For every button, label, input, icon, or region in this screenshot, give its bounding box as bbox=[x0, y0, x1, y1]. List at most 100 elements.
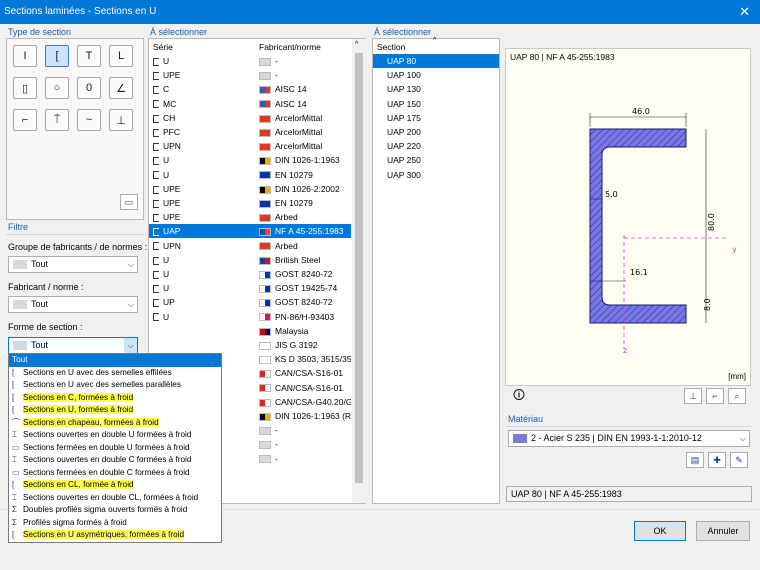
form-option[interactable]: [Sections en U avec des semelles parallè… bbox=[9, 379, 221, 392]
material-combo[interactable]: 2 - Acier S 235 | DIN EN 1993-1-1:2010-1… bbox=[508, 430, 750, 447]
series-scroll-thumb[interactable] bbox=[355, 53, 363, 483]
series-row[interactable]: C AISC 14 bbox=[149, 82, 351, 96]
material-new-icon[interactable]: ✚ bbox=[708, 452, 726, 468]
series-name: U bbox=[163, 283, 170, 294]
form-option[interactable]: ▭ Sections fermées en double U formées à … bbox=[9, 442, 221, 455]
series-row[interactable]: UAP NF A 45-255:1983 bbox=[149, 224, 351, 239]
section-row[interactable]: UAP 100 bbox=[373, 68, 499, 82]
rect-hollow-icon[interactable]: ▯ bbox=[13, 77, 37, 99]
maker-name: CAN/CSA-S16-01 bbox=[275, 382, 344, 393]
form-option[interactable]: ⌶ Sections ouvertes en double C formées à… bbox=[9, 454, 221, 467]
section-info-button[interactable]: ▭ bbox=[120, 194, 138, 210]
flag-icon bbox=[259, 128, 271, 137]
maker-name: EN 10279 bbox=[275, 198, 313, 208]
series-row[interactable]: UP GOST 8240-72 bbox=[149, 295, 351, 309]
material-edit-icon[interactable]: ✎ bbox=[730, 452, 748, 468]
l-section-icon[interactable]: L bbox=[109, 45, 133, 67]
crane-rail-icon[interactable]: ⊥ bbox=[109, 109, 133, 131]
series-row[interactable]: U EN 10279 bbox=[149, 168, 351, 182]
section-row[interactable]: UAP 150 bbox=[373, 97, 499, 111]
section-shape-icon: ▭ bbox=[12, 442, 20, 452]
maker-name: DIN 1026-1:1963 (R bbox=[275, 411, 351, 421]
chevron-up-icon[interactable]: ^ bbox=[355, 41, 358, 48]
i-section-icon[interactable]: I bbox=[13, 45, 37, 67]
series-row[interactable]: JIS G 3192 bbox=[149, 338, 351, 352]
series-row[interactable]: MC AISC 14 bbox=[149, 97, 351, 111]
window-title: Sections laminées - Sections en U bbox=[4, 6, 157, 17]
close-icon[interactable]: ✕ bbox=[739, 0, 750, 24]
form-option[interactable]: ▭ Sections fermées en double C formées à … bbox=[9, 467, 221, 480]
oval-hollow-icon[interactable]: 0 bbox=[77, 77, 101, 99]
maker-name: EN 10279 bbox=[275, 169, 313, 180]
series-row[interactable]: U GOST 8240-72 bbox=[149, 267, 351, 281]
series-row[interactable]: UPN ArcelorMittal bbox=[149, 139, 351, 153]
group-combo[interactable]: Tout ⌵ bbox=[8, 256, 138, 273]
t-section-icon[interactable]: T bbox=[77, 45, 101, 67]
section-row[interactable]: UAP 250 bbox=[373, 153, 499, 167]
form-option[interactable]: [Sections en C, formées à froid bbox=[9, 392, 221, 405]
series-row[interactable]: UPE - bbox=[149, 68, 351, 82]
form-option[interactable]: ⌶ Sections ouvertes en double U formées à… bbox=[9, 429, 221, 442]
section-row[interactable]: UAP 175 bbox=[373, 111, 499, 125]
series-row[interactable]: U- bbox=[149, 54, 351, 68]
maker-name: PN-86/H-93403 bbox=[275, 311, 335, 322]
series-name: UPN bbox=[163, 240, 181, 251]
series-row[interactable]: U PN-86/H-93403 bbox=[149, 310, 351, 324]
flag-icon bbox=[259, 355, 271, 364]
section-row[interactable]: UAP 130 bbox=[373, 82, 499, 96]
ok-button[interactable]: OK bbox=[634, 521, 686, 541]
u-channel-icon bbox=[153, 284, 159, 293]
sheet-pile-icon[interactable]: ~ bbox=[77, 109, 101, 131]
series-row[interactable]: Malaysia bbox=[149, 324, 351, 338]
series-row[interactable]: UPN Arbed bbox=[149, 239, 351, 253]
series-row[interactable]: U British Steel bbox=[149, 253, 351, 267]
form-option[interactable]: Tout bbox=[9, 354, 221, 367]
form-option[interactable]: [Sections en U avec des semelles effilée… bbox=[9, 367, 221, 380]
section-row[interactable]: UAP 220 bbox=[373, 139, 499, 153]
maker-combo[interactable]: Tout ⌵ bbox=[8, 296, 138, 313]
zoom-icon[interactable]: ⌕ bbox=[728, 388, 746, 404]
section-row[interactable]: UAP 300 bbox=[373, 168, 499, 182]
material-library-icon[interactable]: ▤ bbox=[686, 452, 704, 468]
series-scrollbar[interactable]: ^ bbox=[352, 39, 366, 503]
series-name: MC bbox=[163, 98, 177, 109]
info-icon[interactable]: 🛈 bbox=[510, 388, 528, 404]
z-angle-icon[interactable]: ∠ bbox=[109, 77, 133, 99]
section-row[interactable]: UAP 200 bbox=[373, 125, 499, 139]
series-row[interactable]: UPE DIN 1026-2:2002 bbox=[149, 182, 351, 196]
maker-name: Malaysia bbox=[275, 325, 309, 336]
form-option[interactable]: ⌒ Sections en chapeau, formées à froid bbox=[9, 417, 221, 430]
maker-name: - bbox=[275, 70, 278, 81]
sort-icon: ^ bbox=[433, 37, 437, 44]
section-row[interactable]: UAP 80 bbox=[373, 54, 499, 68]
series-row[interactable]: PFC ArcelorMittal bbox=[149, 125, 351, 139]
z-section-icon[interactable]: ⌐ bbox=[13, 109, 37, 131]
form-option-label: Sections en U avec des semelles parallèl… bbox=[23, 380, 181, 389]
series-name: U bbox=[163, 155, 170, 166]
flag-icon bbox=[259, 100, 271, 109]
form-option[interactable]: Σ Doubles profilés sigma ouverts formés à… bbox=[9, 504, 221, 517]
section-shape-icon: [ bbox=[12, 530, 15, 539]
u-section-icon[interactable]: [ bbox=[45, 45, 69, 67]
form-dropdown-list[interactable]: Tout [Sections en U avec des semelles eff… bbox=[8, 353, 222, 543]
series-row[interactable]: CH ArcelorMittal bbox=[149, 111, 351, 125]
series-row[interactable]: UPE EN 10279 bbox=[149, 196, 351, 210]
axis-toggle-icon[interactable]: ⌐ bbox=[706, 388, 724, 404]
u-channel-icon bbox=[153, 228, 159, 237]
series-row[interactable]: UPE Arbed bbox=[149, 210, 351, 224]
form-option[interactable]: [Sections en U, formées à froid bbox=[9, 404, 221, 417]
form-option[interactable]: [Sections en CL, formée à froid bbox=[9, 479, 221, 492]
rail-section-icon[interactable]: ⍑ bbox=[45, 109, 69, 131]
form-option[interactable]: ⌶ Sections ouvertes en double CL, formées… bbox=[9, 492, 221, 505]
section-shape-icon: ⌶ bbox=[12, 492, 17, 502]
series-row[interactable]: U DIN 1026-1:1963 bbox=[149, 153, 351, 167]
series-row[interactable]: U GOST 19425-74 bbox=[149, 281, 351, 295]
circle-hollow-icon[interactable]: ○ bbox=[45, 77, 69, 99]
form-option[interactable]: Σ Profilés sigma formés à froid bbox=[9, 517, 221, 530]
dimension-toggle-icon[interactable]: ⊥ bbox=[684, 388, 702, 404]
flag-icon bbox=[259, 228, 271, 237]
section-shape-icon: [ bbox=[12, 480, 15, 489]
cancel-button[interactable]: Annuler bbox=[696, 521, 750, 541]
form-option[interactable]: [Sections en U asymétriques, formées à f… bbox=[9, 529, 221, 542]
form-combo[interactable]: Tout ⌵ bbox=[8, 337, 138, 354]
